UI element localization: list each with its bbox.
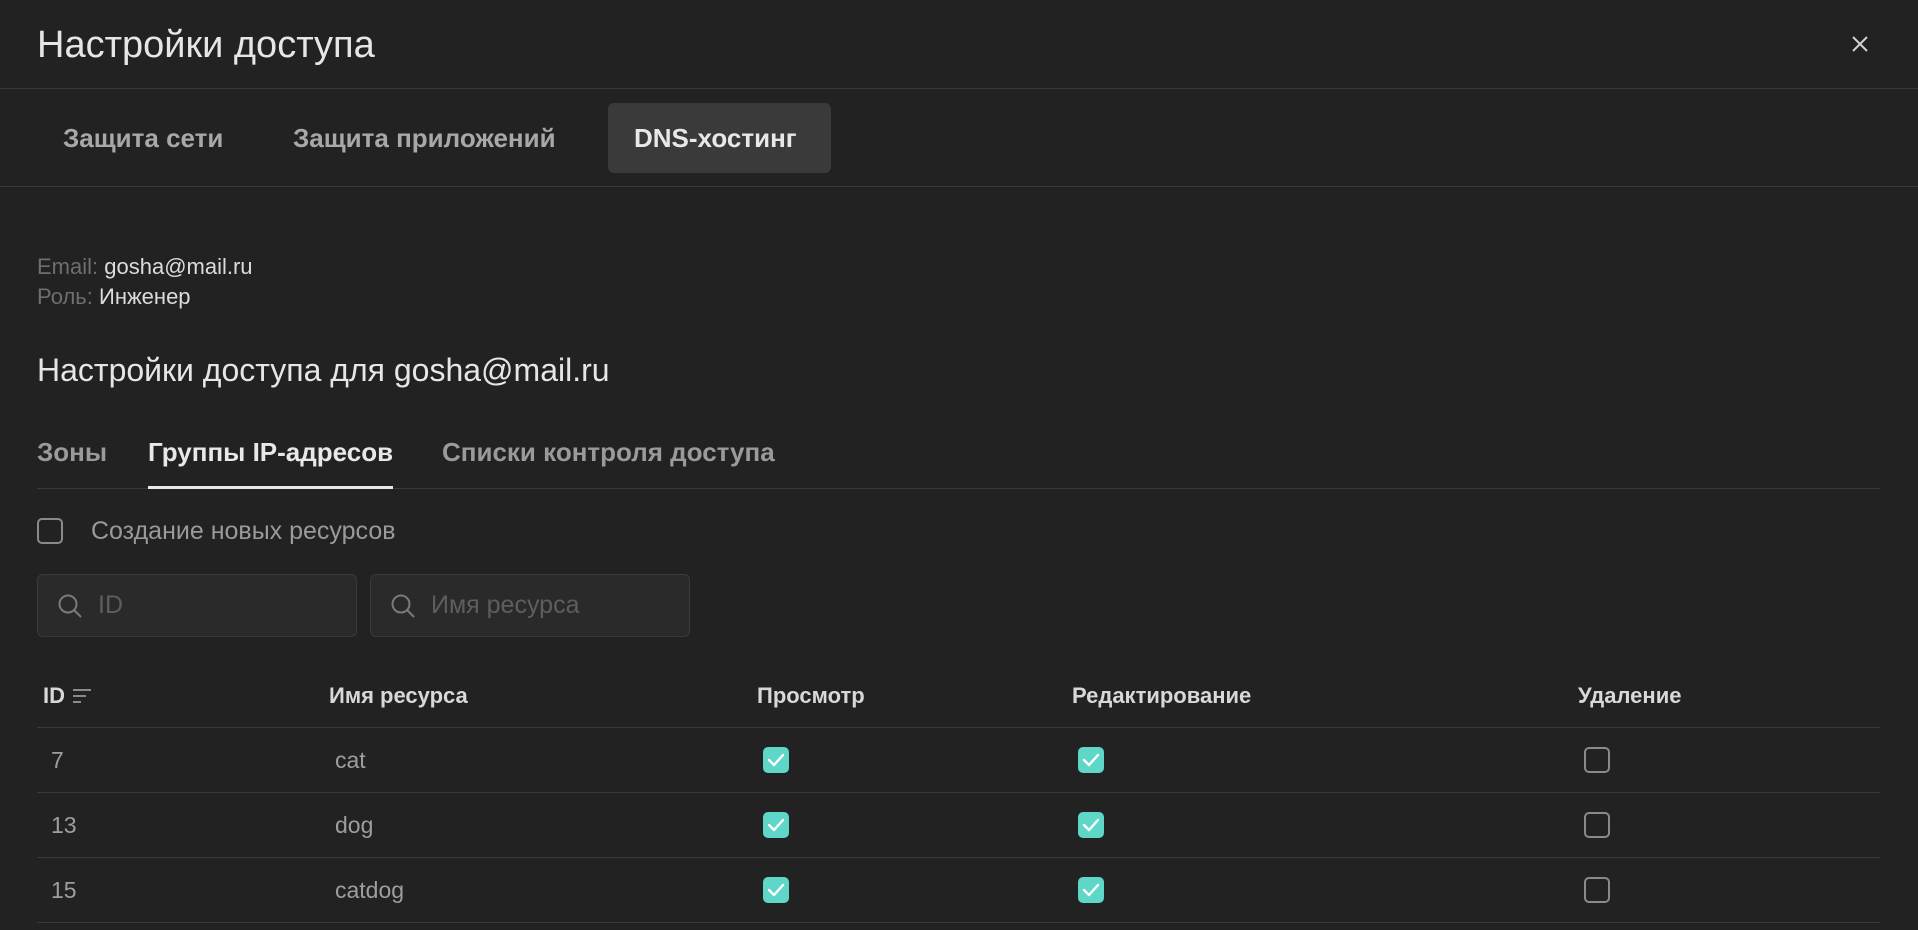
cell-resource-name: catdog xyxy=(335,876,405,903)
table-row: 13 dog xyxy=(37,793,1880,858)
resource-tabs: Зоны Группы IP-адресов Списки контроля д… xyxy=(37,432,1880,489)
cell-id: 13 xyxy=(51,811,77,838)
column-header-name: Имя ресурса xyxy=(329,683,468,708)
column-header-id-label: ID xyxy=(43,683,65,708)
email-value: gosha@mail.ru xyxy=(104,254,253,279)
role-row: Роль: Инженер xyxy=(37,282,253,312)
edit-checkbox[interactable] xyxy=(1078,877,1104,903)
check-icon xyxy=(1082,753,1100,767)
cell-resource-name: dog xyxy=(335,811,374,838)
table-row: 7 cat xyxy=(37,728,1880,793)
cell-id: 15 xyxy=(51,876,77,903)
email-label: Email: xyxy=(37,254,99,279)
id-search-field xyxy=(37,574,357,637)
create-resources-checkbox[interactable] xyxy=(37,518,63,544)
cell-view xyxy=(763,728,789,792)
cell-resource-name: cat xyxy=(335,746,366,773)
view-checkbox[interactable] xyxy=(763,812,789,838)
table-body: 7 cat 13 dog 15 catdog xyxy=(37,728,1880,923)
create-resources-row: Создание новых ресурсов xyxy=(37,516,396,546)
section-title: Настройки доступа для gosha@mail.ru xyxy=(37,352,610,388)
user-info: Email: gosha@mail.ru Роль: Инженер xyxy=(37,252,253,312)
search-icon xyxy=(56,592,84,620)
close-button[interactable] xyxy=(1846,30,1874,58)
tab-network-protection[interactable]: Защита сети xyxy=(37,103,249,173)
check-icon xyxy=(767,818,785,832)
create-resources-label: Создание новых ресурсов xyxy=(91,516,396,545)
close-icon xyxy=(1852,36,1868,52)
modal-header: Настройки доступа xyxy=(0,0,1918,89)
cell-delete xyxy=(1584,793,1610,857)
delete-checkbox[interactable] xyxy=(1584,877,1610,903)
role-label: Роль: xyxy=(37,284,93,309)
tab-application-protection[interactable]: Защита приложений xyxy=(267,103,582,173)
email-row: Email: gosha@mail.ru xyxy=(37,252,253,282)
permissions-table: ID Имя ресурса Просмотр Редактирование У… xyxy=(37,665,1880,923)
edit-checkbox[interactable] xyxy=(1078,812,1104,838)
sort-icon xyxy=(73,689,91,703)
column-header-view: Просмотр xyxy=(757,683,865,708)
tab-access-control-lists[interactable]: Списки контроля доступа xyxy=(442,432,775,488)
role-value: Инженер xyxy=(99,284,191,309)
table-row: 15 catdog xyxy=(37,858,1880,923)
cell-view xyxy=(763,793,789,857)
modal-title: Настройки доступа xyxy=(37,24,375,66)
delete-checkbox[interactable] xyxy=(1584,747,1610,773)
column-header-id[interactable]: ID xyxy=(43,683,93,709)
search-icon xyxy=(389,592,417,620)
edit-checkbox[interactable] xyxy=(1078,747,1104,773)
check-icon xyxy=(1082,818,1100,832)
view-checkbox[interactable] xyxy=(763,747,789,773)
tab-zones[interactable]: Зоны xyxy=(37,432,107,488)
cell-edit xyxy=(1078,793,1104,857)
cell-edit xyxy=(1078,858,1104,922)
check-icon xyxy=(767,753,785,767)
column-header-delete: Удаление xyxy=(1578,683,1682,708)
tab-dns-hosting[interactable]: DNS-хостинг xyxy=(608,103,831,173)
delete-checkbox[interactable] xyxy=(1584,812,1610,838)
id-search-input[interactable] xyxy=(96,590,340,621)
name-search-input[interactable] xyxy=(429,590,673,621)
column-header-edit: Редактирование xyxy=(1072,683,1252,708)
view-checkbox[interactable] xyxy=(763,877,789,903)
access-settings-modal: Настройки доступа Защита сети Защита при… xyxy=(0,0,1918,930)
cell-view xyxy=(763,858,789,922)
cell-edit xyxy=(1078,728,1104,792)
product-tabs: Защита сети Защита приложений DNS-хостин… xyxy=(0,89,1918,187)
tab-ip-groups[interactable]: Группы IP-адресов xyxy=(148,432,394,489)
table-header: ID Имя ресурса Просмотр Редактирование У… xyxy=(37,665,1880,728)
cell-delete xyxy=(1584,728,1610,792)
cell-id: 7 xyxy=(51,746,64,773)
cell-delete xyxy=(1584,858,1610,922)
name-search-field xyxy=(370,574,690,637)
check-icon xyxy=(767,883,785,897)
check-icon xyxy=(1082,883,1100,897)
